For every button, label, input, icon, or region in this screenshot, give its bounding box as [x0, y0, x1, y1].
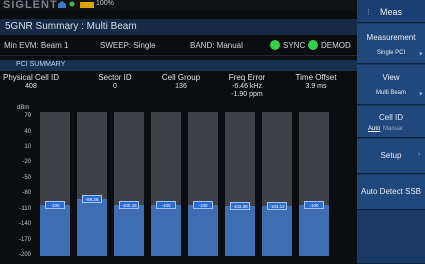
chevron-down-icon: ▾ [419, 51, 423, 58]
auto-detect-ssb-label: Auto Detect SSB [360, 187, 422, 196]
beam-value-label: -100 [156, 200, 176, 209]
beam-value-label: -103.38 [230, 202, 250, 211]
min-evm-status: Min EVM: Beam 1 [4, 41, 69, 50]
empty-softkey[interactable] [357, 211, 425, 264]
y-tick-label: 40 [24, 128, 31, 135]
beam-bar [151, 204, 181, 256]
beam-value-label: -100 [304, 200, 324, 209]
band-status: BAND: Manual [190, 41, 243, 50]
battery-percent: 100% [96, 0, 114, 7]
y-tick-label: -200 [18, 252, 31, 258]
beam-value-label: -103.12 [267, 202, 287, 211]
sync-label: SYNC [283, 41, 306, 50]
col-cell-group-value: 136 [175, 83, 187, 90]
beam-value-label: -89.26 [82, 195, 102, 204]
view-label: View [382, 73, 400, 82]
beam-bar [114, 204, 144, 256]
pci-summary-title: PCI SUMMARY [16, 61, 66, 68]
col-sector-id-value: 0 [113, 83, 117, 90]
measurement-value: Single PCI [376, 50, 406, 56]
col-physical-cell-id-label: Physical Cell ID [2, 73, 59, 82]
page-title: 5GNR Summary : Multi Beam [5, 21, 137, 32]
view-button[interactable] [357, 65, 425, 105]
y-tick-label: -170 [18, 236, 31, 243]
y-tick-label: -20 [22, 159, 31, 166]
view-value: Multi Beam [375, 90, 406, 96]
col-sector-id-label: Sector ID [98, 73, 132, 82]
demod-label: DEMOD [321, 41, 351, 50]
y-tick-label: 70 [24, 113, 31, 120]
col-cell-group-label: Cell Group [161, 73, 201, 82]
beam-bar [40, 204, 70, 256]
y-tick-label: -140 [18, 221, 31, 228]
col-freq-error-ppm: -1.90 ppm [231, 91, 263, 98]
home-icon [58, 1, 66, 8]
y-tick-label: -50 [22, 174, 31, 181]
network-icon [69, 1, 75, 7]
y-tick-label: -110 [19, 205, 31, 212]
y-axis-unit: dBm [17, 105, 30, 111]
setup-label: Setup [380, 151, 402, 160]
beam-power-chart: dBm 70 40 10 -20 -50 -80 -110 -140 -170 -200 -100 -… [0, 104, 357, 264]
beam-bar [77, 199, 107, 256]
col-time-offset-label: Time Offset [295, 73, 337, 82]
measurement-button[interactable] [357, 24, 425, 64]
cell-id-label: Cell ID [378, 113, 403, 122]
y-tick-label: 10 [24, 144, 31, 150]
beam-bar [262, 206, 292, 256]
col-freq-error-label: Freq Error [228, 73, 266, 82]
brand-logo: SIGLENT [3, 0, 58, 11]
measurement-label: Measurement [366, 33, 416, 42]
col-physical-cell-id-value: 408 [25, 83, 37, 90]
col-freq-error-value: -6.46 kHz [232, 83, 262, 90]
cell-id-auto-option[interactable]: Auto [368, 126, 380, 132]
beam-bar [225, 206, 255, 256]
col-time-offset-value: 3.9 ms [305, 83, 327, 90]
beam-bar [299, 204, 329, 256]
battery-icon [80, 2, 94, 8]
beam-value-label: -100.16 [119, 200, 139, 209]
y-tick-label: -80 [22, 190, 31, 197]
chevron-down-icon: ▾ [419, 91, 423, 98]
sync-indicator-icon [270, 40, 280, 50]
sweep-status: SWEEP: Single [100, 41, 156, 50]
beam-bar [188, 204, 218, 256]
chevron-right-icon: › [418, 151, 421, 158]
beam-value-label: -100 [45, 200, 65, 209]
cell-id-button[interactable] [357, 106, 425, 138]
meas-label: Meas [379, 7, 402, 17]
cell-id-manual-option[interactable]: Manual [383, 126, 403, 132]
beam-value-label: -100 [193, 200, 213, 209]
demod-indicator-icon [308, 40, 318, 50]
